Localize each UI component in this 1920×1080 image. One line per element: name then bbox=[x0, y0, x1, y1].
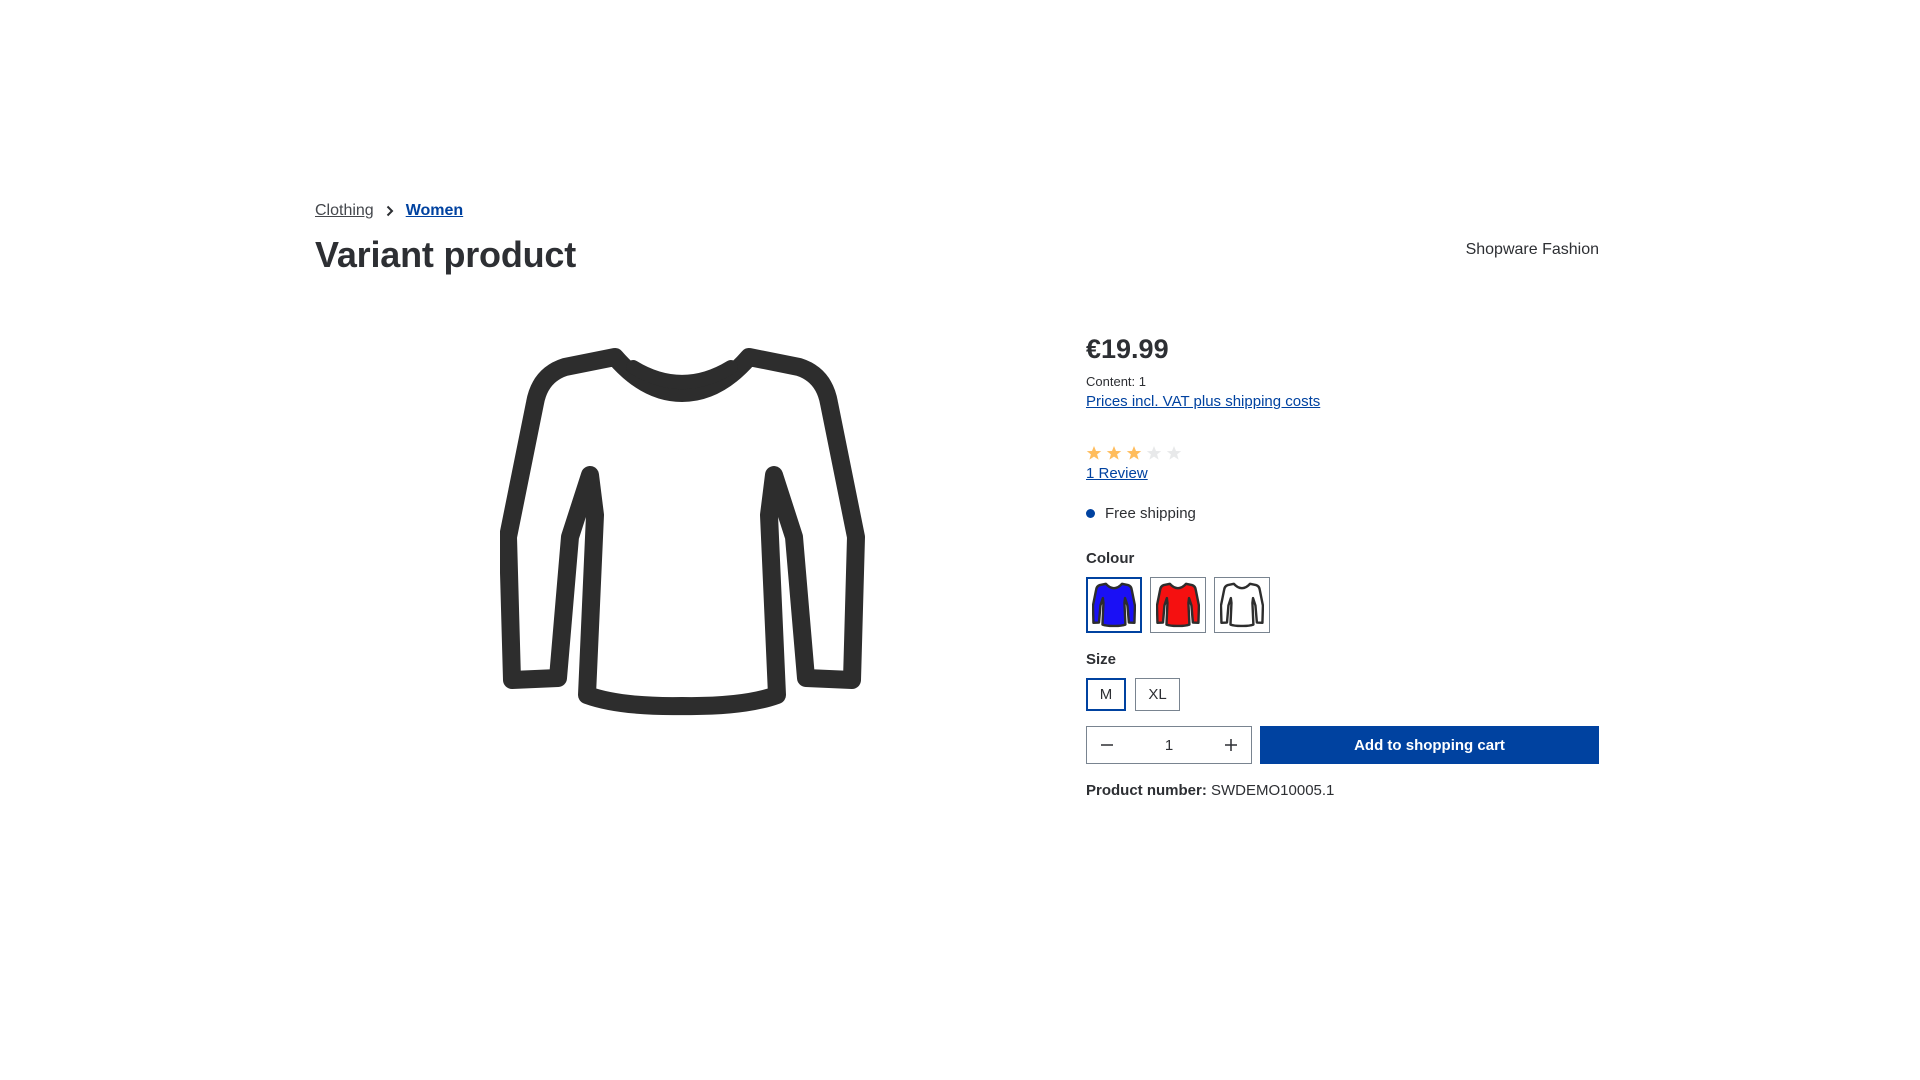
colour-label: Colour bbox=[1086, 550, 1135, 567]
breadcrumb: Clothing Women bbox=[315, 202, 463, 220]
product-number-label: Product number: bbox=[1086, 782, 1207, 799]
breadcrumb-clothing-link[interactable]: Clothing bbox=[315, 202, 374, 220]
delivery-status-dot-icon bbox=[1086, 509, 1095, 518]
vat-shipping-link[interactable]: Prices incl. VAT plus shipping costs bbox=[1086, 393, 1320, 410]
chevron-right-icon bbox=[386, 205, 394, 217]
shirt-icon bbox=[499, 348, 865, 716]
breadcrumb-women-link[interactable]: Women bbox=[406, 202, 463, 220]
star-filled-icon bbox=[1126, 446, 1142, 460]
buy-box: €19.99 Content: 1 Prices incl. VAT plus … bbox=[1086, 334, 1599, 799]
review-link[interactable]: 1 Review bbox=[1086, 465, 1148, 482]
add-to-cart-button[interactable]: Add to shopping cart bbox=[1260, 726, 1599, 764]
star-empty-icon bbox=[1146, 446, 1162, 460]
product-price: €19.99 bbox=[1086, 334, 1169, 364]
buy-row: 1 Add to shopping cart bbox=[1086, 726, 1599, 764]
colour-option-white[interactable] bbox=[1214, 577, 1270, 633]
colour-options bbox=[1086, 577, 1599, 633]
delivery-info: Free shipping bbox=[1086, 505, 1599, 522]
content-info: Content: 1 bbox=[1086, 374, 1146, 389]
delivery-text: Free shipping bbox=[1105, 505, 1196, 522]
star-empty-icon bbox=[1166, 446, 1182, 460]
minus-icon[interactable] bbox=[1097, 735, 1117, 755]
size-option-xl[interactable]: XL bbox=[1135, 678, 1180, 711]
star-filled-icon bbox=[1086, 446, 1102, 460]
quantity-input[interactable]: 1 bbox=[1165, 737, 1173, 754]
product-number: Product number: SWDEMO10005.1 bbox=[1086, 782, 1599, 799]
star-filled-icon bbox=[1106, 446, 1122, 460]
shirt-blue-icon bbox=[1092, 582, 1136, 628]
rating-stars bbox=[1086, 445, 1599, 461]
shirt-red-icon bbox=[1156, 582, 1200, 628]
product-image[interactable] bbox=[499, 345, 865, 720]
size-options: M XL bbox=[1086, 678, 1599, 711]
size-label: Size bbox=[1086, 651, 1117, 668]
manufacturer-name[interactable]: Shopware Fashion bbox=[1466, 241, 1599, 259]
page-title: Variant product bbox=[315, 234, 577, 275]
colour-option-red[interactable] bbox=[1150, 577, 1206, 633]
product-number-value: SWDEMO10005.1 bbox=[1211, 782, 1335, 799]
size-option-m[interactable]: M bbox=[1086, 678, 1126, 711]
shirt-white-icon bbox=[1220, 582, 1264, 628]
colour-option-blue[interactable] bbox=[1086, 577, 1142, 633]
quantity-stepper: 1 bbox=[1086, 726, 1252, 764]
plus-icon[interactable] bbox=[1221, 735, 1241, 755]
